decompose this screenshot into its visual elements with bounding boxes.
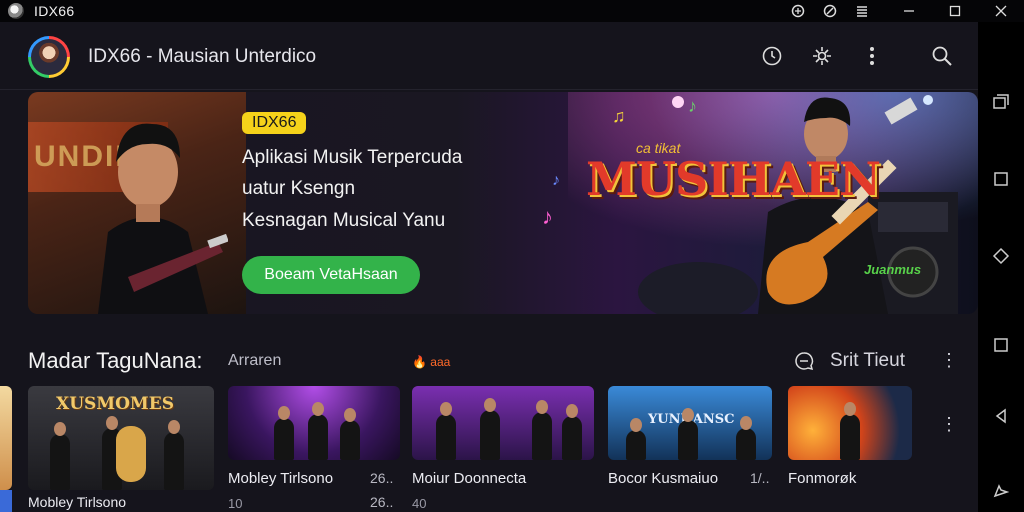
app-window: IDX66 - Mausian Unterdico UNDIN IDX66 Ap… bbox=[0, 22, 978, 512]
band-member bbox=[436, 402, 456, 460]
list-item[interactable]: XUSMOMES Mobley Tirlsono bbox=[28, 386, 214, 512]
hero-line-2: uatur Ksengn bbox=[242, 178, 356, 199]
more-icon[interactable] bbox=[858, 42, 886, 70]
band-member bbox=[50, 422, 70, 490]
band-member bbox=[736, 416, 756, 460]
more-vertical-icon[interactable]: ⋮ bbox=[940, 350, 958, 371]
band-member bbox=[308, 402, 328, 460]
back-icon[interactable] bbox=[991, 406, 1011, 426]
minimize-button[interactable] bbox=[886, 0, 932, 22]
band-member bbox=[532, 400, 552, 460]
band-member bbox=[480, 398, 500, 460]
hero-tag: Juanmus bbox=[864, 262, 922, 277]
section-see-all[interactable]: Srit Tieut bbox=[792, 349, 905, 373]
overview-icon[interactable] bbox=[991, 335, 1011, 355]
card-title: Moiur Doonnecta bbox=[412, 470, 527, 487]
card-overlay-text: XUSMOMES bbox=[56, 394, 174, 414]
hero-logo: MUSIHAEN bbox=[586, 152, 881, 206]
list-item[interactable] bbox=[412, 386, 594, 512]
card-meta: 1/.. bbox=[750, 470, 770, 486]
card-sub: 40 bbox=[412, 496, 427, 511]
list-item[interactable] bbox=[228, 386, 400, 512]
guitar-illustration bbox=[116, 426, 146, 482]
music-note-icon: ♪ bbox=[552, 172, 560, 189]
page-title: IDX66 - Mausian Unterdico bbox=[88, 46, 317, 67]
app-header: IDX66 - Mausian Unterdico bbox=[0, 22, 978, 90]
band-member bbox=[678, 408, 698, 460]
card-title: Mobley Tirlsono bbox=[228, 470, 334, 487]
card-title: Fonmorøk bbox=[788, 470, 857, 487]
hero-artist-image: UNDIN bbox=[28, 92, 246, 314]
cast-icon[interactable] bbox=[991, 482, 1011, 502]
fire-badge: 🔥 aaa bbox=[412, 355, 451, 369]
music-note-icon: ♪ bbox=[542, 204, 553, 229]
section-title: Madar TaguNana: bbox=[28, 348, 203, 373]
partial-card-strip bbox=[0, 490, 12, 512]
hero-line-1: Aplikasi Musik Terpercuda bbox=[242, 147, 463, 168]
chat-icon bbox=[792, 349, 816, 373]
settings-icon[interactable] bbox=[822, 3, 838, 19]
singer-illustration bbox=[98, 123, 228, 314]
search-icon[interactable] bbox=[928, 42, 956, 70]
signal-icon[interactable] bbox=[854, 3, 870, 19]
partial-card[interactable] bbox=[0, 386, 12, 490]
band-member bbox=[840, 402, 860, 460]
hero-badge: IDX66 bbox=[242, 112, 307, 134]
section-right-label: Srit Tieut bbox=[830, 350, 905, 371]
list-item[interactable]: YUNHANSC bbox=[608, 386, 772, 512]
vpn-icon[interactable] bbox=[790, 3, 806, 19]
card-title: Bocor Kusmaiuo bbox=[608, 470, 719, 487]
diamond-icon[interactable] bbox=[991, 246, 1011, 266]
list-item[interactable] bbox=[788, 386, 912, 512]
hero-line-3: Kesnagan Musical Yanu bbox=[242, 210, 446, 231]
card-sub: 10 bbox=[228, 496, 243, 511]
more-vertical-icon[interactable]: ⋮ bbox=[940, 414, 958, 435]
band-member bbox=[274, 406, 294, 460]
hero-cta-button[interactable]: Boeam VetaHsaan bbox=[242, 256, 420, 294]
close-button[interactable] bbox=[978, 0, 1024, 22]
band-member bbox=[562, 404, 582, 460]
clock-icon[interactable] bbox=[758, 42, 786, 70]
music-note-icon: ♫ bbox=[612, 106, 626, 126]
settings-icon[interactable] bbox=[808, 42, 836, 70]
window-title: IDX66 bbox=[34, 3, 75, 19]
music-note-icon: ♪ bbox=[688, 96, 697, 116]
app-icon bbox=[8, 3, 24, 19]
band-member bbox=[340, 408, 360, 460]
card-title: Mobley Tirlsono bbox=[28, 494, 127, 510]
maximize-button[interactable] bbox=[932, 0, 978, 22]
avatar[interactable] bbox=[28, 36, 70, 78]
section-subtitle[interactable]: Arraren bbox=[228, 352, 281, 370]
band-member bbox=[626, 418, 646, 460]
band-member bbox=[164, 420, 184, 490]
square-icon[interactable] bbox=[991, 169, 1011, 189]
window-titlebar: IDX66 bbox=[0, 0, 1024, 22]
navigation-rail bbox=[978, 22, 1024, 512]
recents-icon[interactable] bbox=[991, 92, 1011, 112]
card-meta: 26.. bbox=[370, 470, 394, 486]
hero-banner[interactable]: UNDIN IDX66 Aplikasi Musik Terpercuda ua… bbox=[28, 92, 978, 314]
